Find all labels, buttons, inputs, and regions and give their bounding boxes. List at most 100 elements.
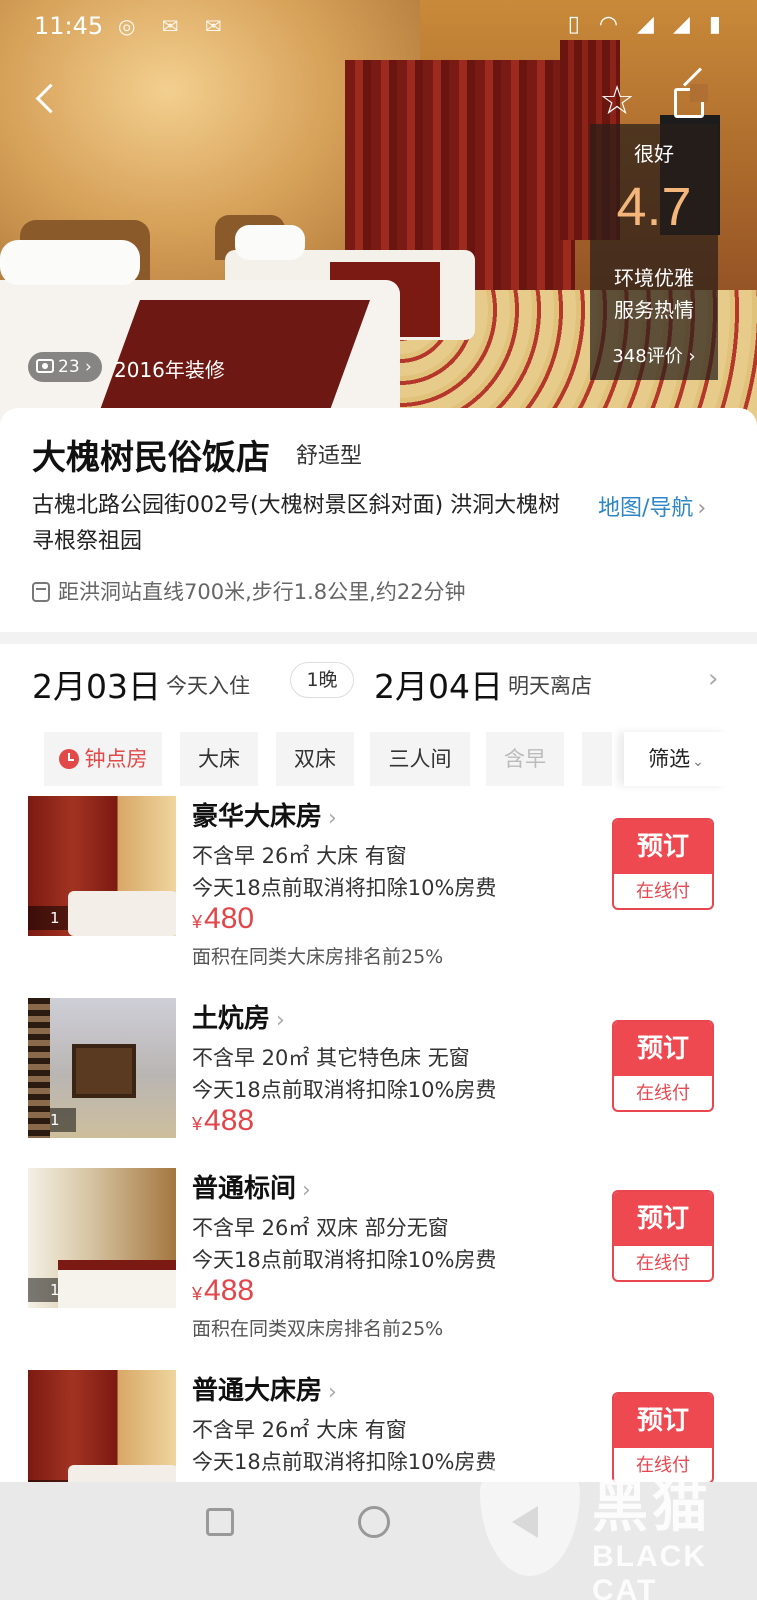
room-name[interactable]: 豪华大床房 ›	[192, 796, 337, 833]
date-selector[interactable]: 2月03日 今天入住 1晚 2月04日 明天离店 ›	[0, 660, 757, 720]
room-price-value: 488	[204, 1104, 255, 1137]
clock-icon	[58, 749, 79, 769]
room-name-text: 豪华大床房	[192, 802, 323, 832]
filter-hourly-room[interactable]: 钟点房	[44, 732, 162, 786]
chevron-right-icon: ›	[302, 1178, 311, 1203]
room-cancel-policy: 今天18点前取消将扣除10%房费	[192, 876, 497, 900]
room-cancel-policy: 今天18点前取消将扣除10%房费	[192, 1450, 497, 1474]
room-spec: 不含早 26㎡ 双床 部分无窗	[192, 1216, 449, 1240]
book-button-label: 预订	[614, 1022, 712, 1076]
hero-pillow-back	[235, 225, 305, 260]
currency-symbol: ¥	[192, 1284, 203, 1304]
distance-info: 距洪洞站直线700米,步行1.8公里,约22分钟	[32, 576, 466, 606]
room-spec: 不含早 26㎡ 大床 有窗	[192, 1418, 407, 1442]
distance-text: 距洪洞站直线700米,步行1.8公里,约22分钟	[58, 580, 466, 604]
chevron-right-icon: ›	[697, 496, 707, 521]
filter-king-bed[interactable]: 大床	[180, 732, 258, 786]
book-button[interactable]: 预订 在线付	[612, 818, 714, 910]
renovation-year: 2016年装修	[114, 358, 225, 382]
room-area-rank: 面积在同类大床房排名前25%	[192, 946, 444, 968]
filter-bar: 钟点房 大床 双床 三人间 含早 筛选 ⌄	[0, 732, 757, 788]
chevron-down-icon: ⌄	[692, 754, 704, 770]
room-photo[interactable]: 1	[28, 1168, 176, 1308]
section-divider	[0, 632, 757, 644]
map-link-label: 地图/导航	[598, 496, 694, 521]
favorite-star-icon[interactable]: ☆	[594, 78, 640, 124]
filter-twin-bed[interactable]: 双床	[276, 732, 354, 786]
book-button-label: 预订	[614, 820, 712, 874]
photo-count-badge[interactable]: 23 ›	[28, 352, 102, 382]
rating-tag: 环境优雅	[614, 266, 694, 290]
rating-score: 4.7	[616, 177, 692, 237]
filter-label: 三人间	[388, 747, 452, 771]
checkout-label: 明天离店	[508, 674, 592, 698]
nights-badge: 1晚	[290, 662, 354, 698]
room-item[interactable]: 1 普通标间 › 不含早 26㎡ 双床 部分无窗 今天18点前取消将扣除10%房费…	[0, 1168, 757, 1358]
room-name-text: 普通标间	[192, 1174, 297, 1204]
hotel-name: 大槐树民俗饭店	[32, 438, 270, 478]
filter-label: 双床	[294, 747, 336, 771]
room-cancel-policy: 今天18点前取消将扣除10%房费	[192, 1078, 497, 1102]
checkin-date[interactable]: 2月03日	[32, 660, 161, 708]
review-count-link[interactable]: 348评价 ›	[590, 342, 718, 368]
chevron-right-icon: ›	[328, 1380, 337, 1405]
room-price: ¥480	[192, 902, 254, 936]
room-price-value: 480	[204, 902, 255, 935]
filter-label: 钟点房	[84, 747, 148, 771]
room-name[interactable]: 普通大床房 ›	[192, 1370, 337, 1407]
room-item[interactable]: 1 土炕房 › 不含早 20㎡ 其它特色床 无窗 今天18点前取消将扣除10%房费…	[0, 998, 757, 1188]
room-photo[interactable]: 1	[28, 796, 176, 936]
share-icon-cut	[690, 84, 708, 102]
filter-label: 大床	[198, 747, 240, 771]
rating-tag: 服务热情	[614, 298, 694, 322]
notification-icons: ◎ ✉ ✉	[118, 14, 232, 38]
hotel-info-card: 大槐树民俗饭店 舒适型 古槐北路公园街002号(大槐树景区斜对面) 洪洞大槐树寻…	[0, 408, 757, 640]
map-navigation-link[interactable]: 地图/导航 ›	[598, 490, 706, 522]
book-button[interactable]: 预订 在线付	[612, 1020, 714, 1112]
book-button-label: 预订	[614, 1394, 712, 1448]
back-button[interactable]	[30, 80, 66, 120]
room-name-text: 土炕房	[192, 1004, 271, 1034]
payment-type: 在线付	[636, 1253, 690, 1274]
room-name-text: 普通大床房	[192, 1376, 323, 1406]
filter-breakfast[interactable]: 含早	[486, 732, 564, 786]
currency-symbol: ¥	[192, 1114, 203, 1134]
home-icon[interactable]	[358, 1506, 390, 1538]
checkout-date[interactable]: 2月04日	[374, 660, 503, 708]
camera-icon	[36, 359, 54, 373]
room-spec: 不含早 20㎡ 其它特色床 无窗	[192, 1046, 470, 1070]
recent-apps-icon[interactable]	[206, 1508, 234, 1536]
hotel-address: 古槐北路公园街002号(大槐树景区斜对面) 洪洞大槐树寻根祭祖园	[32, 493, 561, 554]
checkin-label: 今天入住	[166, 674, 250, 698]
hotel-type: 舒适型	[296, 444, 363, 469]
room-photo-count: 1	[28, 1108, 76, 1132]
hotel-hero-photo[interactable]: 11:45 ◎ ✉ ✉ ▯ ◠ ◢ ◢ ▮ ☆ 很好 4.7 环境优雅 服务热情…	[0, 0, 757, 430]
filter-button-label: 筛选	[648, 747, 691, 771]
room-cancel-policy: 今天18点前取消将扣除10%房费	[192, 1248, 497, 1272]
currency-symbol: ¥	[192, 912, 203, 932]
room-area-rank: 面积在同类双床房排名前25%	[192, 1318, 444, 1340]
status-time: 11:45	[34, 12, 104, 40]
chevron-right-icon[interactable]: ›	[708, 664, 718, 694]
status-bar: 11:45 ◎ ✉ ✉ ▯ ◠ ◢ ◢ ▮	[0, 0, 757, 54]
room-photo[interactable]: 1	[28, 998, 176, 1138]
watermark-text-en: BLACK CAT	[592, 1540, 707, 1600]
rating-tags: 环境优雅 服务热情	[590, 262, 718, 326]
room-name[interactable]: 土炕房 ›	[192, 998, 285, 1035]
filter-button[interactable]: 筛选 ⌄	[624, 732, 728, 786]
book-button-label: 预订	[614, 1192, 712, 1246]
share-icon[interactable]	[668, 67, 712, 124]
filter-more-chip[interactable]	[582, 732, 612, 786]
transit-icon	[32, 582, 50, 602]
room-photo-count: 1	[28, 906, 76, 930]
photo-count: 23 ›	[58, 357, 92, 377]
book-button[interactable]: 预订 在线付	[612, 1190, 714, 1282]
room-item[interactable]: 1 豪华大床房 › 不含早 26㎡ 大床 有窗 今天18点前取消将扣除10%房费 …	[0, 796, 757, 986]
rating-panel[interactable]: 很好 4.7 环境优雅 服务热情 348评价 ›	[590, 124, 718, 380]
system-status-icons: ▯ ◠ ◢ ◢ ▮	[567, 12, 727, 37]
rating-label: 很好	[634, 142, 674, 166]
room-name[interactable]: 普通标间 ›	[192, 1168, 311, 1205]
filter-triple-room[interactable]: 三人间	[370, 732, 470, 786]
room-price: ¥488	[192, 1274, 254, 1308]
payment-type: 在线付	[636, 881, 690, 902]
